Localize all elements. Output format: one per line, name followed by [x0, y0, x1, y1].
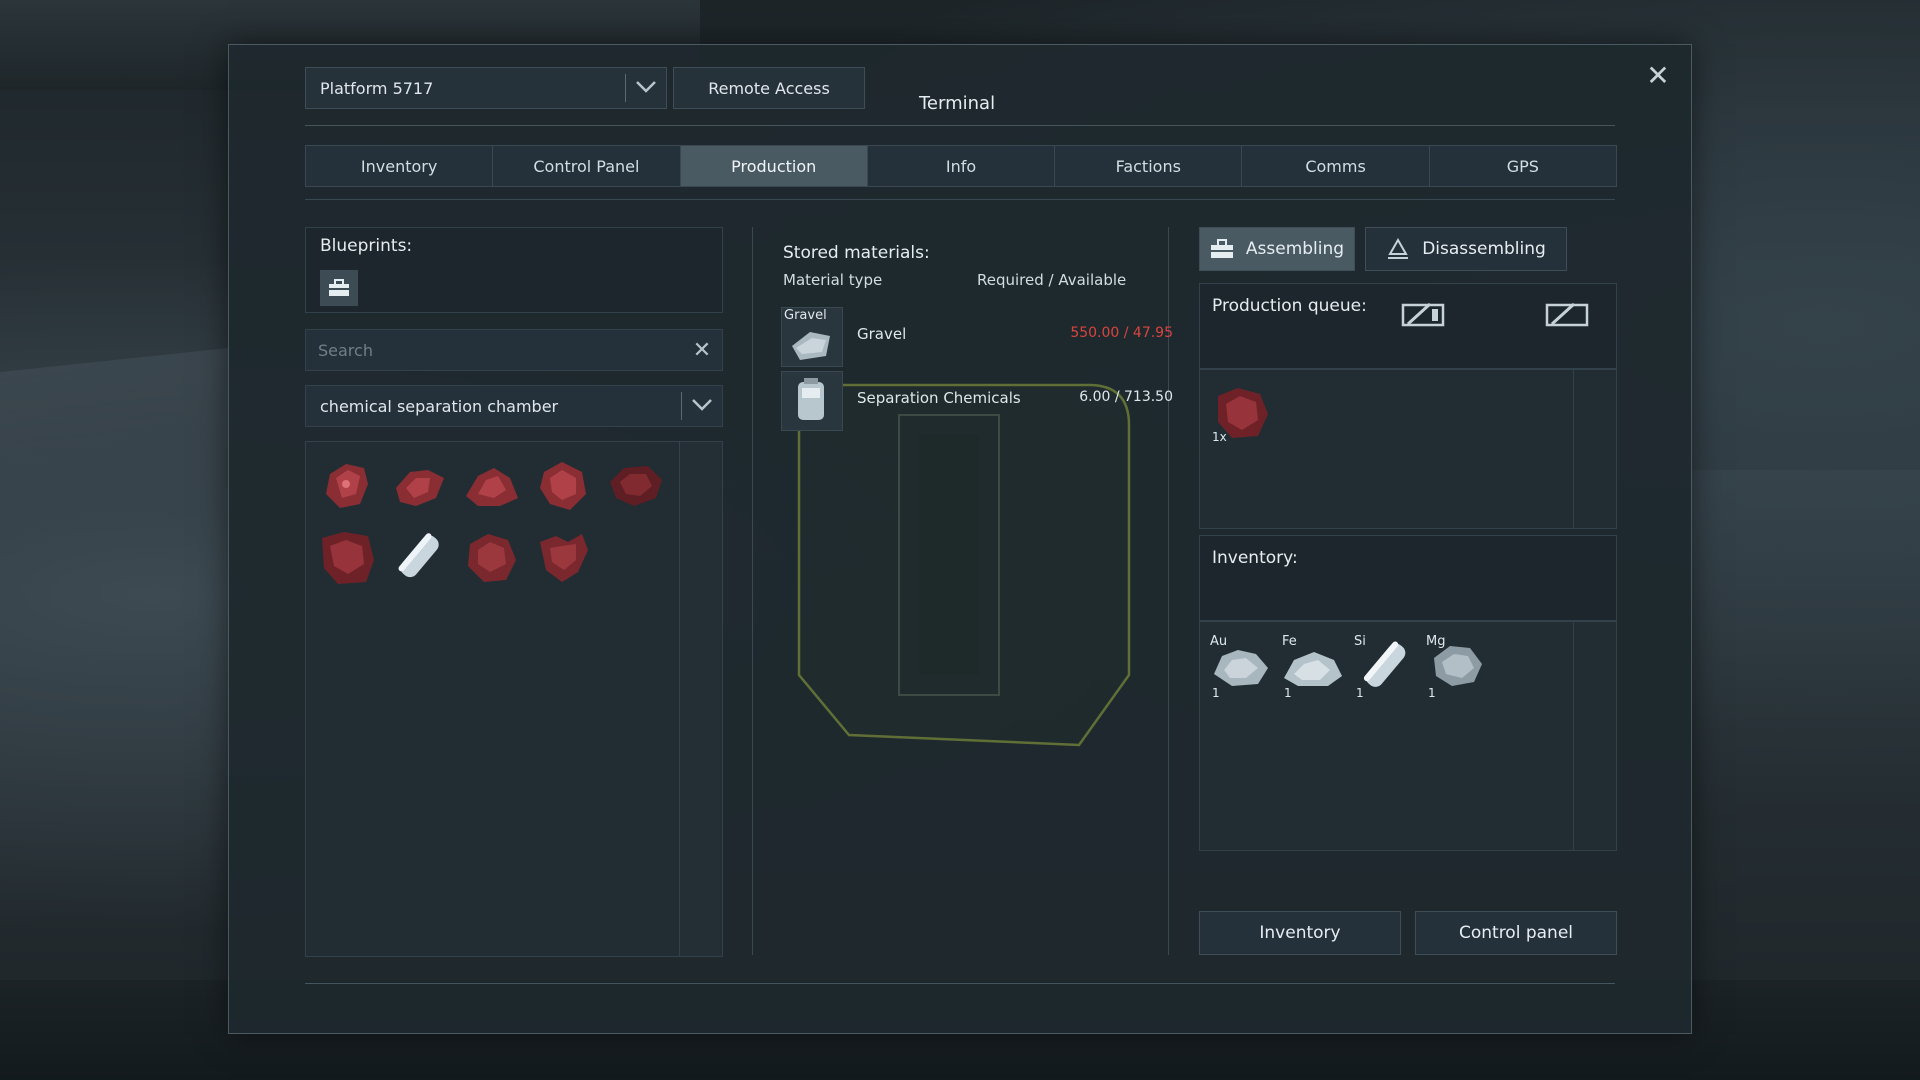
tab-gps[interactable]: GPS [1429, 146, 1616, 186]
tab-inventory[interactable]: Inventory [306, 146, 494, 186]
production-queue-title: Production queue: [1212, 296, 1367, 316]
blueprint-ore-icon[interactable] [532, 526, 594, 588]
close-icon[interactable]: ✕ [1641, 59, 1675, 93]
material-amount: 550.00 / 47.95 [1070, 325, 1173, 341]
item-symbol: Mg [1426, 634, 1446, 649]
blueprint-ore-icon[interactable] [388, 454, 450, 516]
category-value: chemical separation chamber [320, 396, 559, 416]
item-symbol: Si [1354, 634, 1366, 649]
gravel-icon: Gravel [781, 307, 843, 367]
separation-chemicals-icon [781, 371, 843, 431]
divider [305, 983, 1615, 984]
clear-search-icon[interactable]: ✕ [682, 338, 722, 363]
page-title: Terminal [919, 93, 996, 114]
silicon-wafer-icon[interactable]: Si 1 [1352, 634, 1418, 700]
divider [305, 125, 1615, 126]
repeat-mode-icon[interactable] [1400, 300, 1446, 330]
item-count: 1 [1428, 686, 1436, 700]
slave-mode-icon[interactable] [1544, 300, 1590, 330]
blueprints-title: Blueprints: [320, 236, 413, 256]
blueprint-class-toolbox-icon[interactable] [320, 270, 358, 306]
tab-info[interactable]: Info [867, 146, 1056, 186]
divider [752, 227, 753, 955]
scrollbar[interactable] [1573, 370, 1616, 528]
iron-ingot-icon[interactable]: Fe 1 [1280, 634, 1346, 700]
production-queue-header: Production queue: [1199, 283, 1617, 369]
remote-access-button[interactable]: Remote Access [673, 67, 865, 109]
inventory-list: Au 1 Fe 1 Si 1 Mg 1 [1199, 621, 1617, 851]
control-panel-button[interactable]: Control panel [1415, 911, 1617, 955]
tab-comms[interactable]: Comms [1242, 146, 1430, 186]
blueprint-ore-icon[interactable] [604, 454, 666, 516]
divider [305, 199, 1615, 200]
blueprint-ore-icon[interactable] [316, 526, 378, 588]
grid-selector[interactable]: Platform 5717 [305, 67, 667, 109]
scrollbar[interactable] [1573, 622, 1616, 850]
gold-ingot-icon[interactable]: Au 1 [1208, 634, 1274, 700]
tab-factions[interactable]: Factions [1055, 146, 1243, 186]
blueprint-grid [305, 441, 723, 957]
search-input[interactable] [306, 339, 682, 361]
item-symbol: Fe [1282, 634, 1297, 649]
disassembling-label: Disassembling [1422, 239, 1546, 259]
material-name: Gravel [857, 325, 907, 343]
inventory-title: Inventory: [1212, 548, 1298, 568]
background-panel-left [0, 347, 230, 533]
queue-item-count: 1x [1212, 430, 1227, 444]
scrollbar[interactable] [679, 442, 722, 956]
magnesium-powder-icon[interactable]: Mg 1 [1424, 634, 1490, 700]
blueprint-ore-icon[interactable] [316, 454, 378, 516]
item-symbol: Au [1210, 634, 1228, 649]
item-count: 1 [1284, 686, 1292, 700]
production-queue-list: 1x [1199, 369, 1617, 529]
assembling-button[interactable]: Assembling [1199, 227, 1355, 271]
disassembling-button[interactable]: Disassembling [1365, 227, 1567, 271]
toolbox-icon [1210, 239, 1233, 258]
chevron-down-icon[interactable] [626, 79, 666, 98]
blueprints-panel: Blueprints: [305, 227, 723, 313]
blueprint-ore-icon[interactable] [460, 454, 522, 516]
blueprint-ore-icon[interactable] [532, 454, 594, 516]
tab-control-panel[interactable]: Control Panel [493, 146, 681, 186]
grid-selector-value: Platform 5717 [320, 78, 434, 98]
terminal-dialog: ✕ Platform 5717 Remote Access Terminal I… [228, 44, 1692, 1034]
recycle-icon [1388, 238, 1409, 259]
material-row: Gravel Gravel 550.00 / 47.95 [781, 307, 1173, 367]
chevron-down-icon[interactable] [682, 397, 722, 416]
item-count: 1 [1356, 686, 1364, 700]
blueprint-ore-icon[interactable] [460, 526, 522, 588]
stored-materials-title: Stored materials: [783, 243, 930, 263]
tab-bar: Inventory Control Panel Production Info … [305, 145, 1617, 187]
blueprint-category-select[interactable]: chemical separation chamber [305, 385, 723, 427]
assembling-label: Assembling [1245, 239, 1345, 259]
blueprint-search: ✕ [305, 329, 723, 371]
material-icon-label: Gravel [784, 308, 827, 323]
material-amount: 6.00 / 713.50 [1079, 389, 1173, 405]
material-type-header: Material type [783, 271, 883, 289]
material-row: Separation Chemicals 6.00 / 713.50 [781, 371, 1173, 431]
background-panel-right [1690, 470, 1920, 730]
item-count: 1 [1212, 686, 1220, 700]
required-available-header: Required / Available [977, 271, 1127, 289]
inventory-button[interactable]: Inventory [1199, 911, 1401, 955]
blueprint-canister-icon[interactable] [388, 526, 450, 588]
tab-production[interactable]: Production [680, 146, 868, 186]
material-name: Separation Chemicals [857, 389, 1021, 407]
inventory-header: Inventory: [1199, 535, 1617, 621]
